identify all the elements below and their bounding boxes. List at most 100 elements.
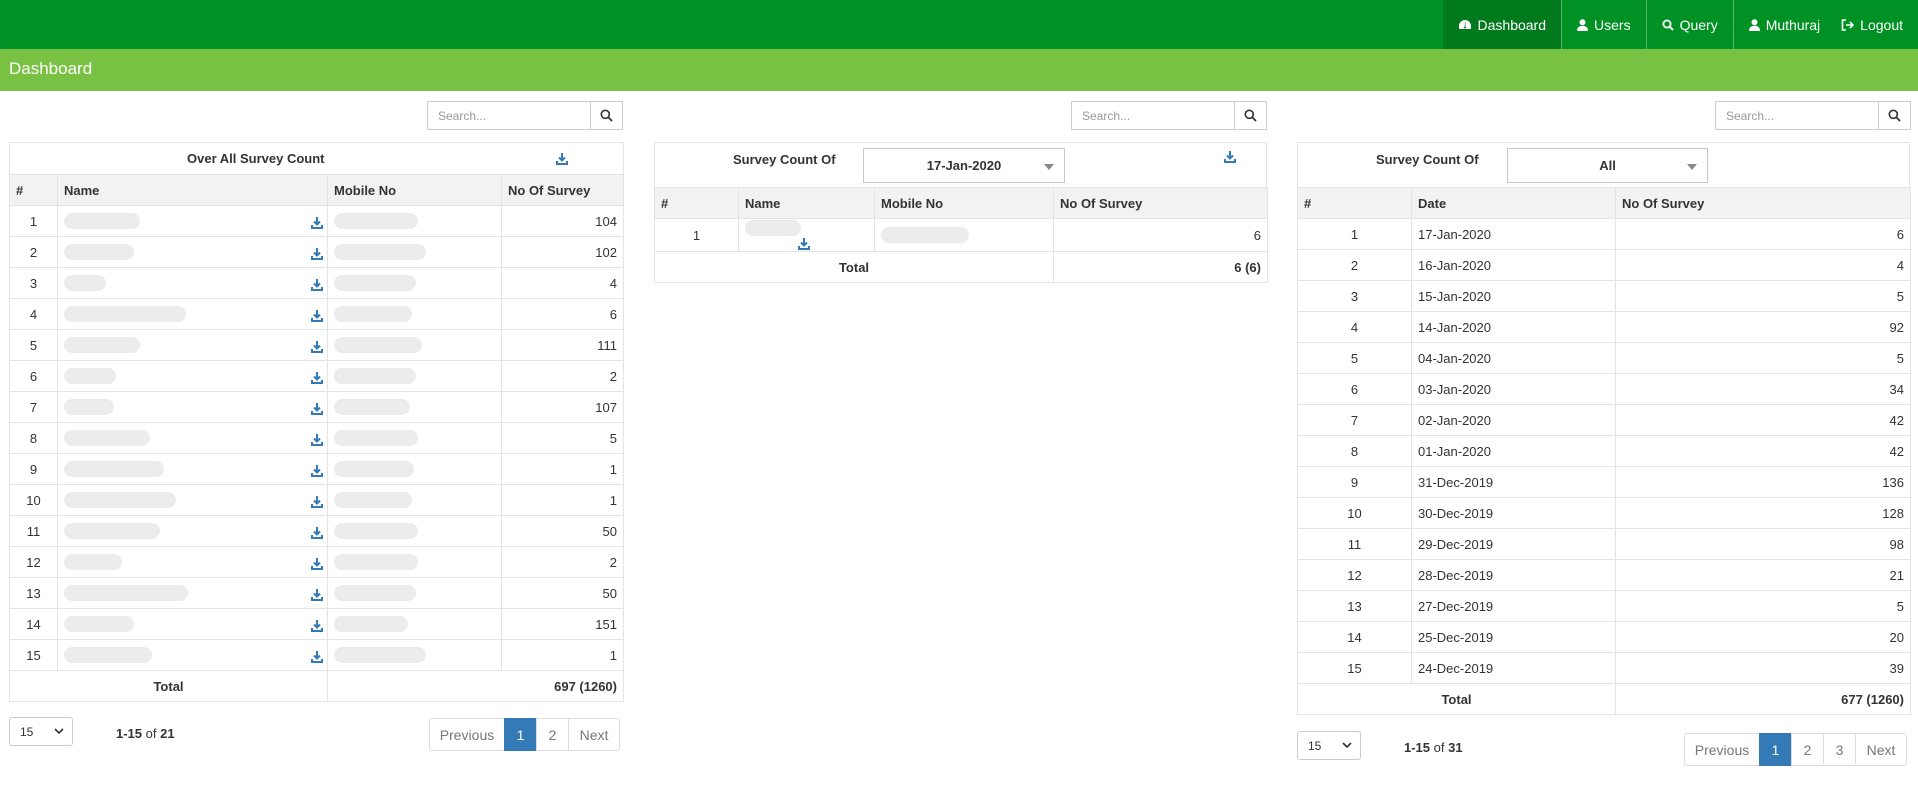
table-row: 1 6 — [654, 217, 1268, 253]
redacted-mobile — [334, 554, 418, 571]
dates-total-row: Total 677 (1260) — [1297, 683, 1911, 715]
col-date[interactable]: Date — [1411, 187, 1616, 219]
dates-next-button[interactable]: Next — [1855, 733, 1907, 766]
dates-survey-table: # Date No Of Survey 1 17-Jan-2020 6 2 16-Jan… — [1297, 187, 1911, 715]
dashboard-icon — [1458, 19, 1471, 29]
row-date: 28-Dec-2019 — [1411, 559, 1616, 591]
row-number: 11 — [1297, 528, 1412, 560]
dates-info-of: of — [1433, 740, 1445, 755]
download-icon[interactable] — [310, 650, 324, 664]
dates-search — [1715, 101, 1911, 130]
download-icon[interactable] — [310, 247, 324, 261]
col-number[interactable]: # — [654, 187, 739, 219]
daily-date-select[interactable]: 17-Jan-2020 — [863, 148, 1065, 183]
download-icon[interactable] — [310, 309, 324, 323]
daily-search-button[interactable] — [1234, 102, 1266, 129]
dates-prev-button[interactable]: Previous — [1684, 733, 1760, 766]
overall-prev-button[interactable]: Previous — [429, 718, 505, 751]
download-icon[interactable] — [310, 402, 324, 416]
nav-logout[interactable]: Logout — [1835, 0, 1918, 49]
dates-header-row: # Date No Of Survey — [1297, 187, 1911, 219]
table-row: 13 27-Dec-2019 5 — [1297, 590, 1911, 622]
dates-page-2[interactable]: 2 — [1791, 733, 1824, 766]
row-number: 1 — [1297, 218, 1412, 250]
row-number: 13 — [1297, 590, 1412, 622]
col-mobile[interactable]: Mobile No — [327, 174, 502, 206]
dates-page-3[interactable]: 3 — [1823, 733, 1856, 766]
download-icon[interactable] — [310, 526, 324, 540]
col-name[interactable]: Name — [738, 187, 875, 219]
download-icon[interactable] — [1223, 150, 1237, 164]
nav-users[interactable]: Users — [1561, 0, 1646, 49]
table-row: 5 04-Jan-2020 5 — [1297, 342, 1911, 374]
col-survey-count[interactable]: No Of Survey — [1615, 187, 1911, 219]
redacted-mobile — [334, 461, 414, 478]
row-number: 13 — [9, 577, 58, 609]
col-number[interactable]: # — [1297, 187, 1412, 219]
row-number: 4 — [1297, 311, 1412, 343]
redacted-name — [64, 492, 176, 509]
overall-search-button[interactable] — [590, 102, 622, 129]
daily-search-input[interactable] — [1072, 102, 1234, 129]
overall-total-label: Total — [9, 670, 328, 702]
col-name[interactable]: Name — [57, 174, 328, 206]
row-date: 17-Jan-2020 — [1411, 218, 1616, 250]
survey-count: 5 — [501, 422, 624, 454]
col-mobile[interactable]: Mobile No — [874, 187, 1054, 219]
dates-search-input[interactable] — [1716, 102, 1878, 129]
row-date: 01-Jan-2020 — [1411, 435, 1616, 467]
overall-page-1[interactable]: 1 — [504, 718, 537, 751]
row-number: 3 — [9, 267, 58, 299]
dates-page-1[interactable]: 1 — [1759, 733, 1792, 766]
redacted-mobile — [334, 430, 418, 447]
redacted-name — [64, 430, 150, 447]
survey-count: 5 — [1615, 280, 1911, 312]
redacted-name — [64, 337, 140, 354]
download-icon[interactable] — [310, 557, 324, 571]
table-row: 7 107 — [9, 391, 624, 423]
download-icon[interactable] — [310, 464, 324, 478]
overall-page-size-select[interactable]: 15 — [9, 717, 73, 746]
redacted-name — [64, 616, 134, 633]
row-number: 12 — [1297, 559, 1412, 591]
download-icon[interactable] — [310, 495, 324, 509]
download-icon[interactable] — [310, 433, 324, 447]
daily-survey-table: # Name Mobile No No Of Survey 1 6 Total … — [654, 187, 1268, 284]
row-date: 25-Dec-2019 — [1411, 621, 1616, 653]
download-icon[interactable] — [797, 237, 811, 251]
col-number[interactable]: # — [9, 174, 58, 206]
download-icon[interactable] — [310, 340, 324, 354]
nav-dashboard[interactable]: Dashboard — [1442, 0, 1562, 49]
download-icon[interactable] — [310, 588, 324, 602]
survey-count: 39 — [1615, 652, 1911, 684]
redacted-mobile — [334, 523, 418, 540]
survey-count: 1 — [501, 484, 624, 516]
dates-search-button[interactable] — [1878, 102, 1910, 129]
download-icon[interactable] — [310, 371, 324, 385]
row-date: 02-Jan-2020 — [1411, 404, 1616, 436]
daily-search — [1071, 101, 1267, 130]
dates-filter-value: All — [1599, 158, 1616, 173]
nav-query[interactable]: Query — [1645, 0, 1733, 49]
nav-user-profile[interactable]: Muthuraj — [1732, 0, 1835, 49]
dates-page-size-select[interactable]: 15 — [1297, 731, 1361, 760]
row-date: 15-Jan-2020 — [1411, 280, 1616, 312]
daily-total-label: Total — [654, 251, 1054, 284]
row-number: 15 — [1297, 652, 1412, 684]
download-icon[interactable] — [310, 216, 324, 230]
redacted-mobile — [334, 368, 416, 385]
download-icon[interactable] — [555, 152, 569, 166]
table-row: 46 — [9, 298, 624, 330]
download-icon[interactable] — [310, 619, 324, 633]
overall-page-2[interactable]: 2 — [536, 718, 569, 751]
col-survey-count[interactable]: No Of Survey — [1053, 187, 1268, 219]
download-icon[interactable] — [310, 278, 324, 292]
row-number: 10 — [9, 484, 58, 516]
dates-info-range: 1-15 — [1404, 740, 1431, 755]
table-row: 12 2 — [9, 546, 624, 578]
overall-search-input[interactable] — [428, 102, 590, 129]
dates-filter-select[interactable]: All — [1507, 148, 1708, 183]
row-date: 30-Dec-2019 — [1411, 497, 1616, 529]
col-survey-count[interactable]: No Of Survey — [501, 174, 624, 206]
overall-next-button[interactable]: Next — [568, 718, 620, 751]
